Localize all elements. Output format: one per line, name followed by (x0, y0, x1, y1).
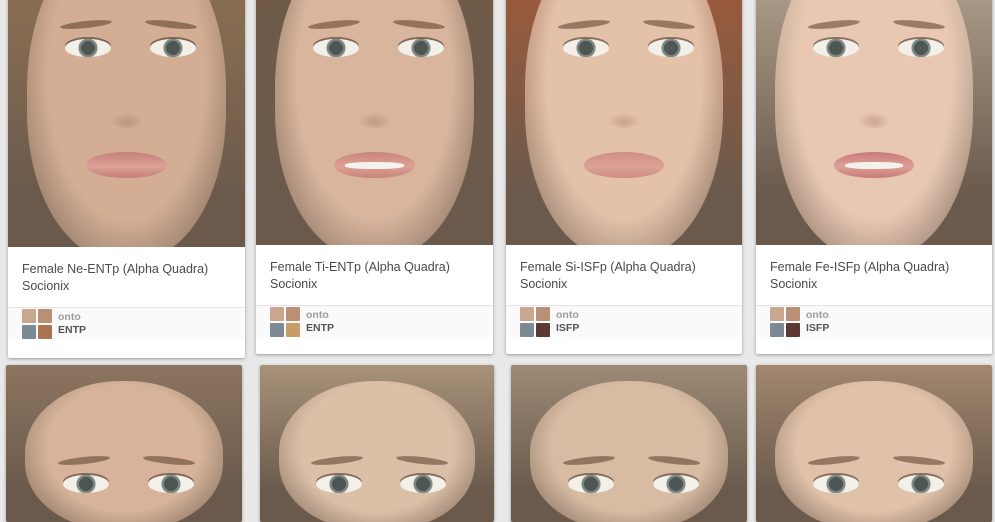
pin-card[interactable]: Female Ne-ENTp (Alpha Quadra) Socionix o… (8, 0, 245, 358)
eye-left (562, 39, 609, 57)
pin-image[interactable] (8, 0, 245, 247)
eye-left (812, 39, 859, 57)
pin-attribution[interactable]: onto ISFP (506, 305, 742, 337)
pinner-name[interactable]: onto (58, 311, 86, 324)
pin-image[interactable] (6, 365, 242, 522)
board-thumbnails (270, 306, 300, 337)
eye-left (812, 475, 859, 493)
pin-title: Female Ne-ENTp (Alpha Quadra) (22, 262, 209, 276)
pin-caption: Female Ti-ENTp (Alpha Quadra) Socionix (256, 245, 493, 305)
face-region (529, 380, 729, 522)
eye-left (312, 39, 359, 57)
nose (607, 112, 641, 128)
eye-right (652, 475, 699, 493)
board-thumbnails (770, 306, 800, 337)
pin-image[interactable] (756, 0, 992, 245)
eye-left (316, 475, 363, 493)
pin-card[interactable]: Female Si-ISFp (Alpha Quadra) Socionix o… (506, 0, 742, 354)
pin-card[interactable]: Female Ti-ENTp (Alpha Quadra) Socionix o… (256, 0, 493, 354)
pin-card[interactable]: Female Fe-ISFp (Alpha Quadra) Socionix o… (756, 0, 992, 354)
board-thumbnails (22, 308, 52, 339)
eye-right (398, 39, 445, 57)
nose (857, 112, 891, 128)
pin-source: Socionix (22, 279, 70, 293)
face-region (774, 380, 974, 522)
eye-left (64, 39, 111, 57)
pin-attribution[interactable]: onto ENTP (256, 305, 493, 337)
pin-attribution[interactable]: onto ISFP (756, 305, 992, 337)
pin-card[interactable] (511, 365, 747, 522)
eye-right (147, 475, 194, 493)
pin-caption: Female Si-ISFp (Alpha Quadra) Socionix (506, 245, 742, 305)
eye-right (647, 39, 694, 57)
pin-title: Female Fe-ISFp (Alpha Quadra) (770, 260, 950, 274)
pinner-name[interactable]: onto (556, 309, 579, 322)
eye-left (62, 475, 109, 493)
pin-title: Female Ti-ENTp (Alpha Quadra) (270, 260, 450, 274)
pin-card[interactable] (260, 365, 494, 522)
board-name[interactable]: ISFP (806, 322, 829, 335)
pin-card[interactable] (756, 365, 992, 522)
mouth (334, 152, 415, 178)
eye-right (150, 39, 197, 57)
board-thumbnails (520, 306, 550, 337)
eye-right (897, 475, 944, 493)
pin-image[interactable] (511, 365, 747, 522)
pin-source: Socionix (270, 277, 318, 291)
pin-source: Socionix (520, 277, 568, 291)
board-name[interactable]: ISFP (556, 322, 579, 335)
pin-card[interactable] (6, 365, 242, 522)
pin-source: Socionix (770, 277, 818, 291)
pin-image[interactable] (256, 0, 493, 245)
pin-image[interactable] (260, 365, 494, 522)
pin-image[interactable] (756, 365, 992, 522)
nose (357, 112, 392, 128)
eye-right (897, 39, 944, 57)
pin-caption: Female Ne-ENTp (Alpha Quadra) Socionix (8, 247, 245, 307)
board-name[interactable]: ENTP (58, 324, 86, 337)
pin-caption: Female Fe-ISFp (Alpha Quadra) Socionix (756, 245, 992, 305)
face-region (278, 380, 476, 522)
nose (109, 112, 144, 128)
pinner-name[interactable]: onto (306, 309, 334, 322)
pin-title: Female Si-ISFp (Alpha Quadra) (520, 260, 696, 274)
eye-left (567, 475, 614, 493)
pin-image[interactable] (506, 0, 742, 245)
board-name[interactable]: ENTP (306, 322, 334, 335)
face-region (24, 380, 224, 522)
mouth (583, 152, 665, 178)
pin-attribution[interactable]: onto ENTP (8, 307, 245, 339)
mouth (833, 152, 915, 178)
mouth (86, 152, 167, 178)
pinner-name[interactable]: onto (806, 309, 829, 322)
